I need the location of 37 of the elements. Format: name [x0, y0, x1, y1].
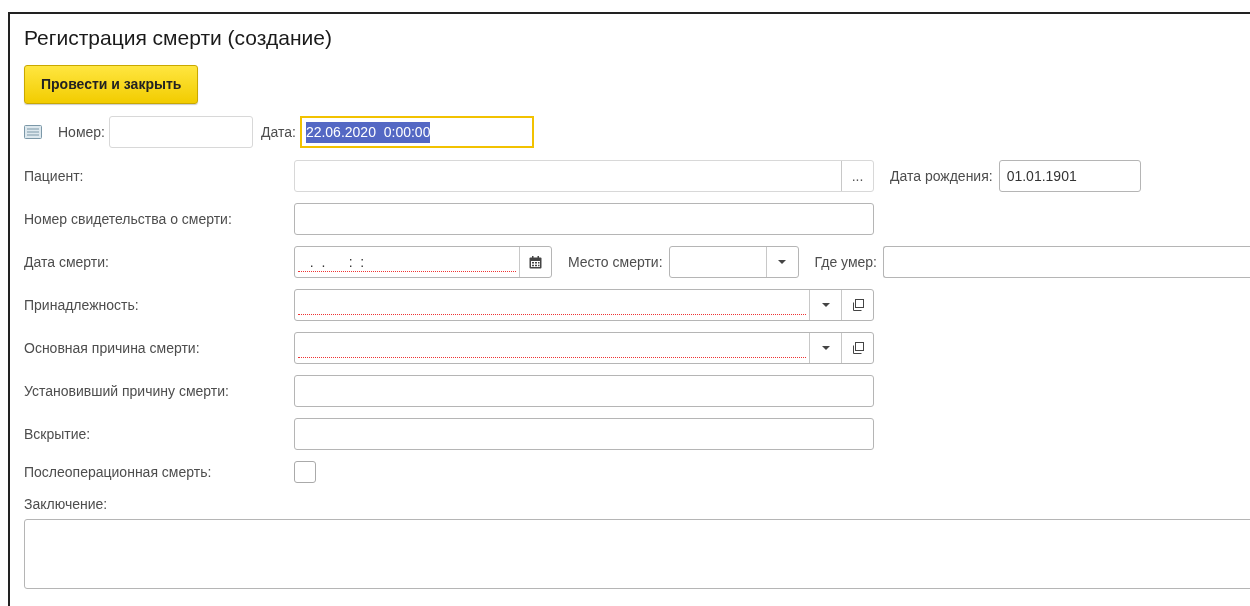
text-field[interactable]: 01.01.1901	[998, 160, 1141, 193]
open-window-icon	[850, 298, 865, 313]
text-field[interactable]	[883, 246, 1250, 279]
text-field[interactable]	[294, 418, 874, 451]
text-field[interactable]	[294, 203, 874, 236]
combo-field[interactable]	[294, 332, 874, 365]
choice-field[interactable]: ...	[294, 160, 874, 193]
dropdown-arrow-icon	[821, 303, 830, 308]
field-label: Послеоперационная смерть:	[24, 462, 213, 482]
field-label: Где умер:	[814, 252, 877, 272]
dropdown-arrow-icon	[821, 346, 830, 351]
field-label: Дата:	[261, 122, 296, 142]
number-field[interactable]	[109, 116, 253, 149]
field-label: Место смерти:	[568, 252, 663, 272]
field-label: Основная причина смерти:	[24, 338, 201, 358]
open-window-icon	[850, 341, 865, 356]
post-and-close-button[interactable]: Провести и закрыть	[24, 65, 199, 105]
field-label: Номер:	[58, 122, 105, 142]
dropdown-field[interactable]	[668, 246, 799, 279]
field-label: Дата смерти:	[24, 252, 110, 272]
field-label: Дата рождения:	[890, 166, 993, 186]
checkbox[interactable]	[294, 461, 316, 484]
combo-field[interactable]	[294, 289, 874, 322]
field-label: Заключение:	[24, 495, 109, 515]
field-label: Пациент:	[24, 166, 85, 186]
field-label: Вскрытие:	[24, 424, 92, 444]
calendar-icon	[529, 255, 542, 269]
date-field[interactable]: . . : :	[294, 246, 552, 279]
dropdown-arrow-icon	[778, 260, 787, 265]
form-title: Регистрация смерти (создание)	[24, 25, 333, 51]
field-label: Номер свидетельства о смерти:	[24, 209, 233, 229]
text-field[interactable]	[294, 375, 874, 408]
date-field[interactable]: 22.06.2020 0:00:00	[299, 116, 534, 149]
field-label: Установивший причину смерти:	[24, 381, 230, 401]
conclusion-textarea[interactable]	[24, 519, 1250, 590]
document-icon	[24, 125, 42, 140]
field-label: Принадлежность:	[24, 295, 140, 315]
